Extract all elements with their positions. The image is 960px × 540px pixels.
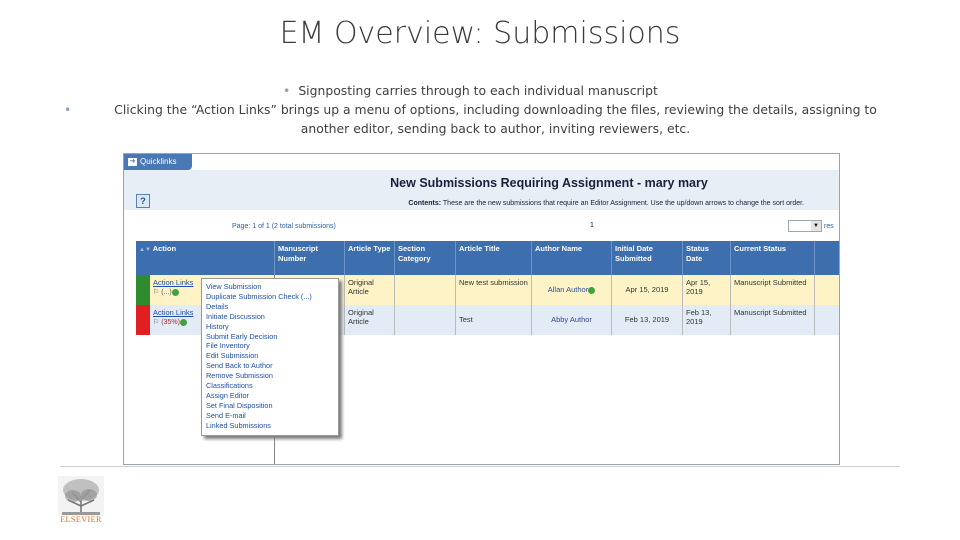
footer-divider xyxy=(60,466,900,467)
column-header-action[interactable]: ▲▼ Action xyxy=(136,241,275,275)
arrow-right-icon: ➜ xyxy=(128,157,137,166)
menu-item-initiate-discussion[interactable]: Initiate Discussion xyxy=(206,312,338,322)
contents-description: Contents: These are the new submissions … xyxy=(134,200,804,207)
flag-icon: ⚐ xyxy=(153,289,160,296)
menu-item-edit-submission[interactable]: Edit Submission xyxy=(206,351,338,361)
bullet-text: Signposting carries through to each indi… xyxy=(298,83,658,98)
menu-item-linked-submissions[interactable]: Linked Submissions xyxy=(206,421,338,431)
bullet-text: Clicking the “Action Links” brings up a … xyxy=(114,102,877,136)
menu-item-history[interactable]: History xyxy=(206,322,338,332)
contents-label: Contents: xyxy=(408,200,442,207)
bullet-action-links: • Clicking the “Action Links” brings up a… xyxy=(64,100,900,138)
menu-item-details[interactable]: Details xyxy=(206,302,338,312)
article-type-cell: Original Article xyxy=(345,305,395,335)
section-category-cell xyxy=(395,305,456,335)
table-header: ▲▼ Action Manuscript Number Article Type… xyxy=(136,241,839,275)
menu-item-assign-editor[interactable]: Assign Editor xyxy=(206,391,338,401)
author-name-cell[interactable]: Abby Author xyxy=(532,305,612,335)
status-date-cell: Apr 15, 2019 xyxy=(683,275,731,305)
menu-item-remove-submission[interactable]: Remove Submission xyxy=(206,371,338,381)
menu-item-send-back-to-author[interactable]: Send Back to Author xyxy=(206,361,338,371)
menu-item-set-final-disposition[interactable]: Set Final Disposition xyxy=(206,401,338,411)
action-links-menu: View Submission Duplicate Submission Che… xyxy=(201,278,339,436)
article-title-cell: New test submission xyxy=(456,275,532,305)
per-page-select[interactable]: 25▼ xyxy=(788,220,822,232)
bullet-dot-icon: • xyxy=(283,83,291,98)
initial-date-cell: Feb 13, 2019 xyxy=(612,305,683,335)
author-name-cell[interactable]: Allan Author xyxy=(532,275,612,305)
column-header-section-category[interactable]: Section Category xyxy=(395,241,456,275)
menu-item-classifications[interactable]: Classifications xyxy=(206,381,338,391)
action-links-link[interactable]: Action Links xyxy=(153,308,193,317)
status-badge xyxy=(588,286,596,294)
status-strip xyxy=(136,305,150,335)
bullet-dot-icon: • xyxy=(64,102,72,117)
current-status-cell: Manuscript Submitted xyxy=(731,305,815,335)
status-badge xyxy=(179,318,187,326)
column-header-status-date[interactable]: Status Date xyxy=(683,241,731,275)
chevron-down-icon: ▼ xyxy=(811,221,821,231)
status-date-cell: Feb 13, 2019 xyxy=(683,305,731,335)
status-strip xyxy=(136,275,150,305)
sort-icon: ▲▼ xyxy=(139,247,151,253)
menu-item-submit-early-decision[interactable]: Submit Early Decision xyxy=(206,332,338,342)
status-badge xyxy=(171,288,179,296)
flag-line: ⚐ (35%) xyxy=(153,318,187,326)
column-header-author-name[interactable]: Author Name xyxy=(532,241,612,275)
article-type-cell: Original Article xyxy=(345,275,395,305)
column-header-article-title[interactable]: Article Title xyxy=(456,241,532,275)
article-title-cell: Test xyxy=(456,305,532,335)
page-heading: New Submissions Requiring Assignment - m… xyxy=(390,176,708,190)
slide-title: EM Overview: Submissions xyxy=(279,16,681,51)
menu-item-send-email[interactable]: Send E-mail xyxy=(206,411,338,421)
bullet-signposting: • Signposting carries through to each ind… xyxy=(283,81,658,100)
menu-item-view-submission[interactable]: View Submission xyxy=(206,282,338,292)
quicklinks-label: Quicklinks xyxy=(140,157,177,166)
section-category-cell xyxy=(395,275,456,305)
results-label: res xyxy=(824,223,834,230)
current-status-cell: Manuscript Submitted xyxy=(731,275,815,305)
pagination-row: Page: 1 of 1 (2 total submissions) 1 25▼… xyxy=(124,220,839,234)
flag-line: ⚐ (...) xyxy=(153,288,179,296)
column-header-initial-date[interactable]: Initial Date Submitted xyxy=(612,241,683,275)
menu-item-duplicate-check[interactable]: Duplicate Submission Check (...) xyxy=(206,292,338,302)
initial-date-cell: Apr 15, 2019 xyxy=(612,275,683,305)
column-header-current-status[interactable]: Current Status xyxy=(731,241,815,275)
column-header-article-type[interactable]: Article Type xyxy=(345,241,395,275)
menu-item-file-inventory[interactable]: File Inventory xyxy=(206,341,338,351)
contents-text: These are the new submissions that requi… xyxy=(442,200,804,207)
action-links-link[interactable]: Action Links xyxy=(153,278,193,287)
page-info: Page: 1 of 1 (2 total submissions) xyxy=(232,223,336,230)
column-header-manuscript-number[interactable]: Manuscript Number xyxy=(275,241,345,275)
quicklinks-button[interactable]: ➜ Quicklinks xyxy=(124,154,192,170)
page-number-link[interactable]: 1 xyxy=(590,222,594,229)
em-screenshot: ➜ Quicklinks ? New Submissions Requiring … xyxy=(123,153,840,465)
flag-icon: ⚐ xyxy=(153,319,160,326)
elsevier-wordmark: ELSEVIER xyxy=(60,515,102,524)
